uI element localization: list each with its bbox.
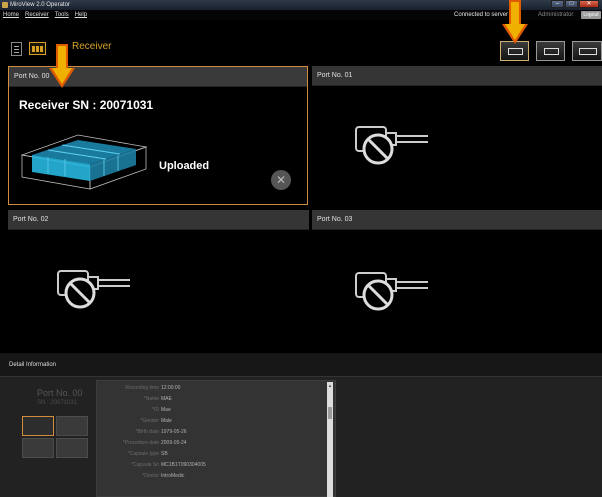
port-thumbnails bbox=[22, 416, 88, 458]
port-panel-02[interactable]: Port No. 02 bbox=[8, 210, 309, 349]
menu-tools[interactable]: Tools bbox=[55, 10, 69, 20]
info-row: *ID Mae bbox=[152, 407, 171, 413]
upload-status: Uploaded bbox=[159, 160, 210, 172]
thumbnail-port-03[interactable] bbox=[56, 438, 88, 458]
view-double-button[interactable] bbox=[536, 41, 565, 61]
single-view-icon bbox=[508, 48, 523, 55]
receiver-device-icon bbox=[20, 134, 148, 190]
scroll-up-icon[interactable]: ▲ bbox=[328, 383, 332, 388]
receiver-sn: Receiver SN : 20071031 bbox=[19, 98, 154, 112]
port-header: Port No. 01 bbox=[312, 66, 602, 86]
thumbnail-port-00[interactable] bbox=[22, 416, 54, 436]
menu-receiver[interactable]: Receiver bbox=[25, 10, 49, 20]
port-header: Port No. 02 bbox=[8, 210, 309, 230]
annotation-arrow-view-button bbox=[502, 0, 528, 46]
port-panel-01[interactable]: Port No. 01 bbox=[312, 66, 602, 206]
port-header: Port No. 03 bbox=[312, 210, 602, 230]
view-title: Receiver bbox=[72, 41, 112, 52]
no-connection-icon bbox=[57, 270, 130, 309]
info-row: *Capsule type SB bbox=[127, 451, 168, 457]
multi-view-icon bbox=[579, 48, 597, 55]
thumbnail-port-01[interactable] bbox=[56, 416, 88, 436]
thumbnail-port-02[interactable] bbox=[22, 438, 54, 458]
user-name: Administrator bbox=[538, 12, 574, 18]
maximize-button[interactable]: □ bbox=[565, 0, 578, 8]
detail-header: Detail Information bbox=[0, 353, 602, 377]
window-title: MiroView 2.0 Operator bbox=[10, 2, 70, 8]
logout-button[interactable]: Logout bbox=[581, 11, 601, 19]
menu-help[interactable]: Help bbox=[75, 10, 87, 20]
info-row: *Gender Male bbox=[140, 418, 172, 424]
detail-panel: Detail Information Port No. 00 SN : 2007… bbox=[0, 353, 602, 497]
scrollbar-thumb[interactable] bbox=[328, 407, 332, 419]
app-window: MiroView 2.0 Operator – □ ✕ Home Receive… bbox=[0, 0, 602, 497]
annotation-arrow-port bbox=[49, 44, 75, 90]
close-window-button[interactable]: ✕ bbox=[579, 0, 599, 8]
connection-status: Connected to server bbox=[454, 12, 509, 18]
no-connection-icon bbox=[355, 126, 428, 165]
info-row: *Name MAE bbox=[143, 396, 172, 402]
app-icon bbox=[2, 2, 8, 8]
view-multi-button[interactable] bbox=[572, 41, 602, 61]
window-controls: – □ ✕ bbox=[551, 0, 599, 9]
detail-port-label: Port No. 00 bbox=[37, 388, 83, 398]
detail-sn-label: SN : 20071031 bbox=[37, 400, 78, 406]
list-icon[interactable] bbox=[11, 42, 22, 56]
menu-home[interactable]: Home bbox=[3, 10, 19, 20]
double-view-icon bbox=[544, 48, 559, 55]
info-row: Recording time 12:00:00 bbox=[125, 385, 181, 391]
detail-scrollbar[interactable]: ▲ bbox=[327, 382, 333, 497]
info-row: *Procedure date 2009-05-24 bbox=[122, 440, 187, 446]
port-panel-03[interactable]: Port No. 03 bbox=[312, 210, 602, 349]
minimize-button[interactable]: – bbox=[551, 0, 564, 8]
detail-info-list: Recording time 12:00:00 *Name MAE *ID Mae *… bbox=[96, 380, 336, 497]
info-row: *Capsule Sn MC1B1T090304005 bbox=[131, 462, 206, 468]
info-row: *Birth date 1979-05-26 bbox=[135, 429, 187, 435]
receiver-icon[interactable] bbox=[29, 42, 46, 55]
info-row: *Doctor IntroMedic bbox=[142, 473, 185, 479]
close-icon[interactable]: ✕ bbox=[271, 170, 291, 190]
no-connection-icon bbox=[355, 272, 428, 311]
